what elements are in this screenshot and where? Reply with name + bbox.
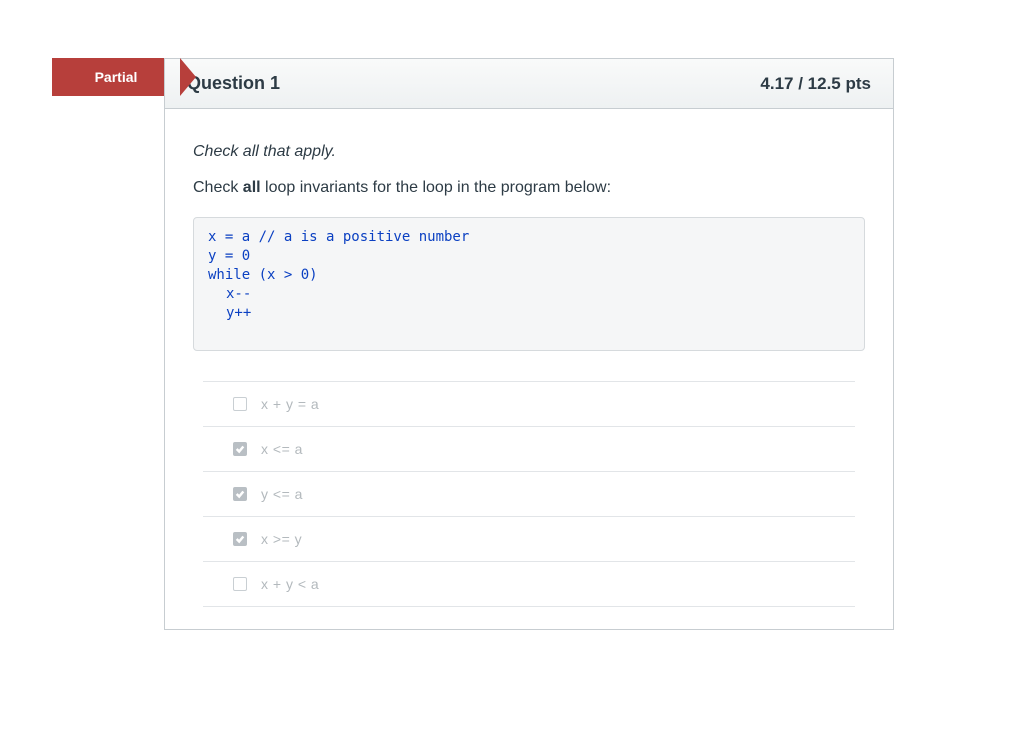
code-line: y++ [208,304,850,323]
answer-option[interactable]: x + y = a [203,381,855,426]
question-body: Check all that apply. Check all loop inv… [165,109,893,629]
question-header: Question 1 4.17 / 12.5 pts [165,59,893,109]
status-badge-label: Partial [95,69,138,85]
answer-option[interactable]: y <= a [203,471,855,516]
code-line: x-- [208,285,850,304]
code-line: while (x > 0) [208,266,850,285]
code-block: x = a // a is a positive numbery = 0whil… [193,217,865,351]
checkbox-unchecked-icon[interactable] [233,577,247,591]
code-line: x = a // a is a positive number [208,228,850,247]
status-badge-arrow [180,58,196,96]
answer-label: x <= a [261,441,303,457]
checkbox-unchecked-icon[interactable] [233,397,247,411]
question-instructions: Check all that apply. [193,143,865,161]
answer-label: x + y < a [261,576,319,592]
points-earned: 4.17 [760,74,793,93]
question-title: Question 1 [187,73,280,94]
status-badge: Partial [52,58,180,96]
checkbox-checked-icon[interactable] [233,442,247,456]
answer-option[interactable]: x <= a [203,426,855,471]
answer-list: x + y = a x <= a y <= a x >= y x + y < a [193,381,865,607]
question-prompt: Check all loop invariants for the loop i… [193,179,865,197]
code-line: y = 0 [208,247,850,266]
answer-label: y <= a [261,486,303,502]
points-suffix: pts [846,74,872,93]
points-possible: 12.5 [808,74,841,93]
checkbox-checked-icon[interactable] [233,487,247,501]
answer-label: x >= y [261,531,302,547]
question-card: Question 1 4.17 / 12.5 pts Check all tha… [164,58,894,630]
question-points: 4.17 / 12.5 pts [760,74,871,94]
answer-option[interactable]: x + y < a [203,561,855,607]
checkbox-checked-icon[interactable] [233,532,247,546]
answer-label: x + y = a [261,396,319,412]
answer-option[interactable]: x >= y [203,516,855,561]
